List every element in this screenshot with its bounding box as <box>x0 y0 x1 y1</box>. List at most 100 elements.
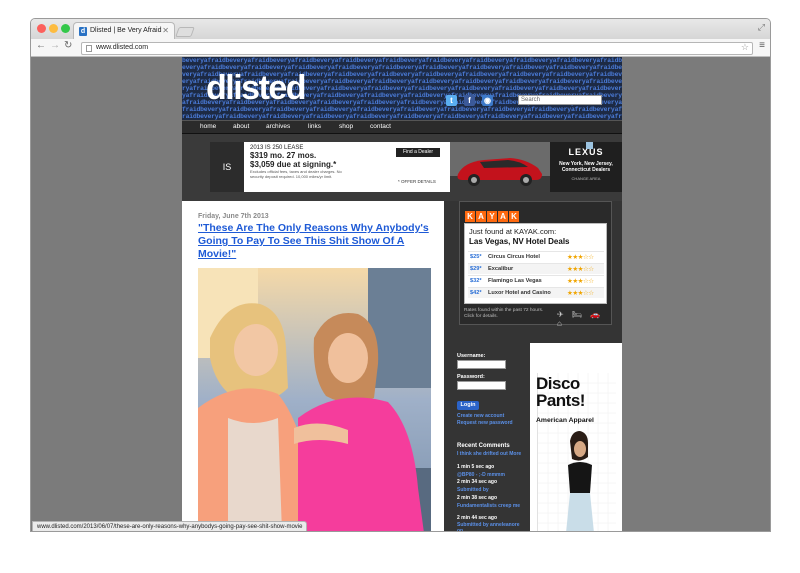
browser-menu-icon[interactable]: ≡ <box>759 40 765 51</box>
disco-title-line1: Disco <box>536 374 580 393</box>
comment-time: 2 min 38 sec ago <box>457 495 498 501</box>
lexus-brand-panel: LEXUS New York, New Jersey, Connecticut … <box>550 142 622 192</box>
nav-contact[interactable]: contact <box>370 123 391 130</box>
facebook-icon[interactable]: f <box>464 95 475 106</box>
top-ad-band: IS 2013 IS 250 LEASE $319 mo. 27 mos. $3… <box>182 134 622 201</box>
post-photo[interactable] <box>198 268 431 531</box>
address-url: www.dlisted.com <box>96 44 149 51</box>
kayak-note: Rates found within the past 72 hours. Cl… <box>464 308 544 319</box>
adchoices-icon[interactable] <box>586 142 593 149</box>
page-viewport: beveryafraidbeveryafraidbeveryafraidbeve… <box>31 57 770 531</box>
comment-link[interactable]: I think she drifted out More <box>457 451 522 458</box>
offer-details-link[interactable]: * OFFER DETAILS <box>398 179 436 184</box>
password-input[interactable] <box>457 381 506 390</box>
dlisted-favicon: d <box>79 27 87 36</box>
new-tab-button[interactable] <box>175 27 195 37</box>
nav-about[interactable]: about <box>233 123 249 130</box>
comment-link[interactable]: Submitted by <box>457 487 522 494</box>
kayak-letter: K <box>465 211 475 222</box>
site-header: beveryafraidbeveryafraidbeveryafraidbeve… <box>182 57 622 120</box>
main-nav: home about archives links shop contact <box>182 120 622 134</box>
nav-shop[interactable]: shop <box>339 123 353 130</box>
ad-fine-print-2: security deposit required. 10,000 miles/… <box>250 174 333 179</box>
title-bar: d Dlisted | Be Very Afraid ✕ ⤢ <box>31 19 770 40</box>
lexus-banner-ad[interactable]: IS 2013 IS 250 LEASE $319 mo. 27 mos. $3… <box>210 142 622 192</box>
hotel-row[interactable]: $32* Flamingo Las Vegas ★★★☆☆ <box>468 275 604 286</box>
close-window-button[interactable] <box>37 24 46 33</box>
nav-home[interactable]: home <box>200 123 216 130</box>
kayak-found-text: Just found at KAYAK.com: <box>469 227 557 236</box>
hotel-row[interactable]: $29* Excalibur ★★★☆☆ <box>468 263 604 274</box>
ad-model-badge: IS <box>210 142 244 192</box>
browser-toolbar: ← → ↻ www.dlisted.com ☆ ≡ <box>31 39 770 57</box>
comment-time: 1 min 5 sec ago <box>457 464 495 470</box>
twitter-icon[interactable]: t <box>446 95 457 106</box>
find-dealer-button[interactable]: Find a Dealer <box>396 148 440 157</box>
hotel-stars: ★★★☆☆ <box>567 254 594 261</box>
page-icon <box>86 45 92 52</box>
search-input[interactable]: Search <box>518 95 602 105</box>
password-label: Password: <box>457 374 485 380</box>
hotel-price: $25* <box>470 254 482 260</box>
hotel-stars: ★★★☆☆ <box>567 290 594 297</box>
forward-icon[interactable]: → <box>50 40 60 51</box>
zoom-window-button[interactable] <box>61 24 70 33</box>
hotel-row[interactable]: $42* Luxor Hotel and Casino ★★★☆☆ <box>468 287 604 298</box>
reload-icon[interactable]: ↻ <box>64 40 72 51</box>
ad-copy: 2013 IS 250 LEASE $319 mo. 27 mos. $3,05… <box>250 145 385 179</box>
minimize-window-button[interactable] <box>49 24 58 33</box>
hotel-name: Circus Circus Hotel <box>488 254 540 260</box>
post-title-link[interactable]: "These Are The Only Reasons Why Anybody'… <box>198 222 433 261</box>
kayak-deals-box: Just found at KAYAK.com: Las Vegas, NV H… <box>464 223 607 304</box>
username-label: Username: <box>457 353 486 359</box>
hotel-name: Excalibur <box>488 266 514 272</box>
ad-due: $3,059 due at signing.* <box>250 160 337 169</box>
site-logo[interactable]: dlisted <box>206 71 307 105</box>
create-account-link[interactable]: Create new account <box>457 413 504 419</box>
hotel-price: $29* <box>470 266 482 272</box>
address-bar[interactable]: www.dlisted.com ☆ <box>81 42 753 55</box>
kayak-letter: A <box>476 211 486 222</box>
article-card: Friday, June 7th 2013 "These Are The Onl… <box>182 201 444 531</box>
disco-title-line2: Pants! <box>536 391 585 410</box>
change-area-link[interactable]: CHANGE AREA <box>550 176 622 181</box>
comment-time: 2 min 44 sec ago <box>457 515 498 521</box>
american-apparel-brand: American Apparel <box>536 417 594 424</box>
comment-link[interactable]: Fundamentalists creep me <box>457 503 522 510</box>
browser-tab[interactable]: d Dlisted | Be Very Afraid ✕ <box>73 22 175 40</box>
dealer-region: New York, New Jersey, Connecticut Dealer… <box>559 161 613 173</box>
fullscreen-icon[interactable]: ⤢ <box>758 22 765 33</box>
kayak-letter: A <box>498 211 508 222</box>
hotel-row[interactable]: $25* Circus Circus Hotel ★★★☆☆ <box>468 251 604 262</box>
login-button[interactable]: Login <box>457 401 479 410</box>
back-icon[interactable]: ← <box>36 40 46 51</box>
browser-window: d Dlisted | Be Very Afraid ✕ ⤢ ← → ↻ www… <box>30 18 771 532</box>
close-tab-icon[interactable]: ✕ <box>162 26 169 35</box>
kayak-ad[interactable]: KAYAK Just found at KAYAK.com: Las Vegas… <box>459 201 612 328</box>
nav-archives[interactable]: archives <box>266 123 290 130</box>
kayak-letter: K <box>509 211 519 222</box>
hotel-price: $32* <box>470 278 482 284</box>
rss-icon[interactable]: ◉ <box>482 95 493 106</box>
tab-title: Dlisted | Be Very Afraid <box>90 27 162 34</box>
hotel-price: $42* <box>470 290 482 296</box>
username-input[interactable] <box>457 360 506 369</box>
kayak-city: Las Vegas, NV Hotel Deals <box>469 237 570 246</box>
comment-link[interactable]: @BP80 - ;-D mmmm <box>457 472 522 479</box>
ad-monthly: $319 mo. 27 mos. <box>250 151 317 160</box>
kayak-travel-icons: ✈ 🛏 🚗 ⌂ <box>557 310 604 328</box>
comment-time: 2 min 34 sec ago <box>457 479 498 485</box>
bookmark-star-icon[interactable]: ☆ <box>741 42 749 53</box>
kayak-logo: KAYAK <box>465 206 520 224</box>
disco-pants-title: Disco Pants! <box>536 375 585 409</box>
request-password-link[interactable]: Request new password <box>457 420 513 426</box>
car-image <box>450 142 550 192</box>
hotel-name: Flamingo Las Vegas <box>488 278 542 284</box>
american-apparel-ad[interactable]: Disco Pants! American Apparel <box>530 343 622 531</box>
post-date: Friday, June 7th 2013 <box>198 213 269 220</box>
status-bar-url: www.dlisted.com/2013/06/07/these-are-onl… <box>32 521 308 531</box>
nav-links[interactable]: links <box>308 123 321 130</box>
right-sidebar: KAYAK Just found at KAYAK.com: Las Vegas… <box>453 201 622 531</box>
comment-link[interactable]: Submitted by anneleanore on <box>457 522 522 531</box>
kayak-letter: Y <box>487 211 497 222</box>
